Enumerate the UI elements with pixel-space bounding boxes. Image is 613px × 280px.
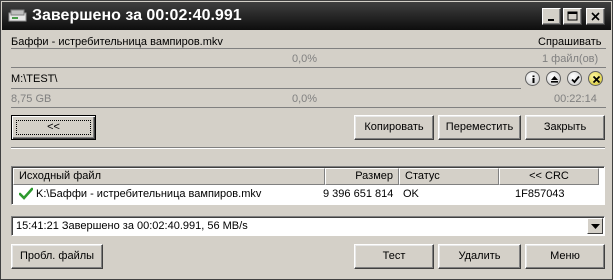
- ok-check-icon: [18, 187, 34, 206]
- log-dropdown[interactable]: 15:41:21 Завершено за 00:02:40.991, 56 M…: [11, 216, 605, 236]
- source-progress-bottom: [11, 67, 606, 68]
- copy-button[interactable]: Копировать: [354, 115, 434, 140]
- row-file-name: K:\Баффи - истребительница вампиров.mkv: [36, 188, 262, 200]
- column-source-file[interactable]: Исходный файл: [13, 168, 325, 185]
- fastcopy-window: Завершено за 00:02:40.991 Баффи - истреб…: [0, 0, 613, 280]
- log-line: 15:41:21 Завершено за 00:02:40.991, 56 M…: [16, 220, 248, 232]
- column-size[interactable]: Размер: [325, 168, 399, 185]
- eject-icon[interactable]: [546, 71, 561, 86]
- menu-button[interactable]: Меню: [525, 244, 605, 269]
- info-icon[interactable]: [525, 71, 540, 86]
- row-crc: 1F857043: [515, 188, 565, 200]
- source-progress-track: [11, 48, 606, 49]
- column-crc[interactable]: << CRC: [499, 168, 599, 185]
- maximize-button[interactable]: [563, 8, 582, 25]
- problem-files-button[interactable]: Пробл. файлы: [11, 244, 103, 269]
- check-icon[interactable]: [567, 71, 582, 86]
- source-percent: 0,0%: [292, 53, 318, 65]
- file-list[interactable]: Исходный файл Размер Статус << CRC K:\Ба…: [11, 166, 605, 205]
- dest-progress-bottom: [11, 107, 606, 108]
- focus-rect: [16, 120, 91, 135]
- elapsed-time: 00:22:14: [554, 93, 597, 105]
- close-button[interactable]: Закрыть: [525, 115, 605, 140]
- minimize-button[interactable]: [542, 8, 561, 25]
- dest-percent: 0,0%: [292, 93, 318, 105]
- test-button[interactable]: Тест: [354, 244, 434, 269]
- file-count: 1 файл(ов): [542, 53, 599, 65]
- dest-progress-track: [11, 88, 521, 89]
- column-status[interactable]: Статус: [399, 168, 499, 185]
- total-size: 8,75 GB: [11, 93, 52, 105]
- back-button[interactable]: <<: [11, 115, 96, 140]
- delete-button[interactable]: Удалить: [438, 244, 521, 269]
- source-file-label: Баффи - истребительница вампиров.mkv: [11, 36, 223, 48]
- window-title: Завершено за 00:02:40.991: [32, 7, 242, 24]
- table-row[interactable]: K:\Баффи - истребительница вампиров.mkv …: [13, 186, 603, 203]
- separator: [11, 147, 605, 149]
- app-icon: [8, 8, 28, 24]
- title-bar[interactable]: Завершено за 00:02:40.991: [2, 2, 611, 30]
- cancel-icon[interactable]: [588, 71, 603, 86]
- row-status: OK: [403, 188, 419, 200]
- destination-path: M:\TEST\: [11, 73, 58, 85]
- close-window-button[interactable]: [586, 8, 605, 25]
- row-size: 9 396 651 814: [323, 188, 394, 200]
- file-list-header: Исходный файл Размер Статус << CRC: [13, 168, 604, 185]
- mode-label: Спрашивать: [538, 36, 602, 48]
- dropdown-arrow-button[interactable]: [587, 218, 603, 234]
- chevron-down-icon: [591, 224, 600, 229]
- move-button[interactable]: Переместить: [438, 115, 521, 140]
